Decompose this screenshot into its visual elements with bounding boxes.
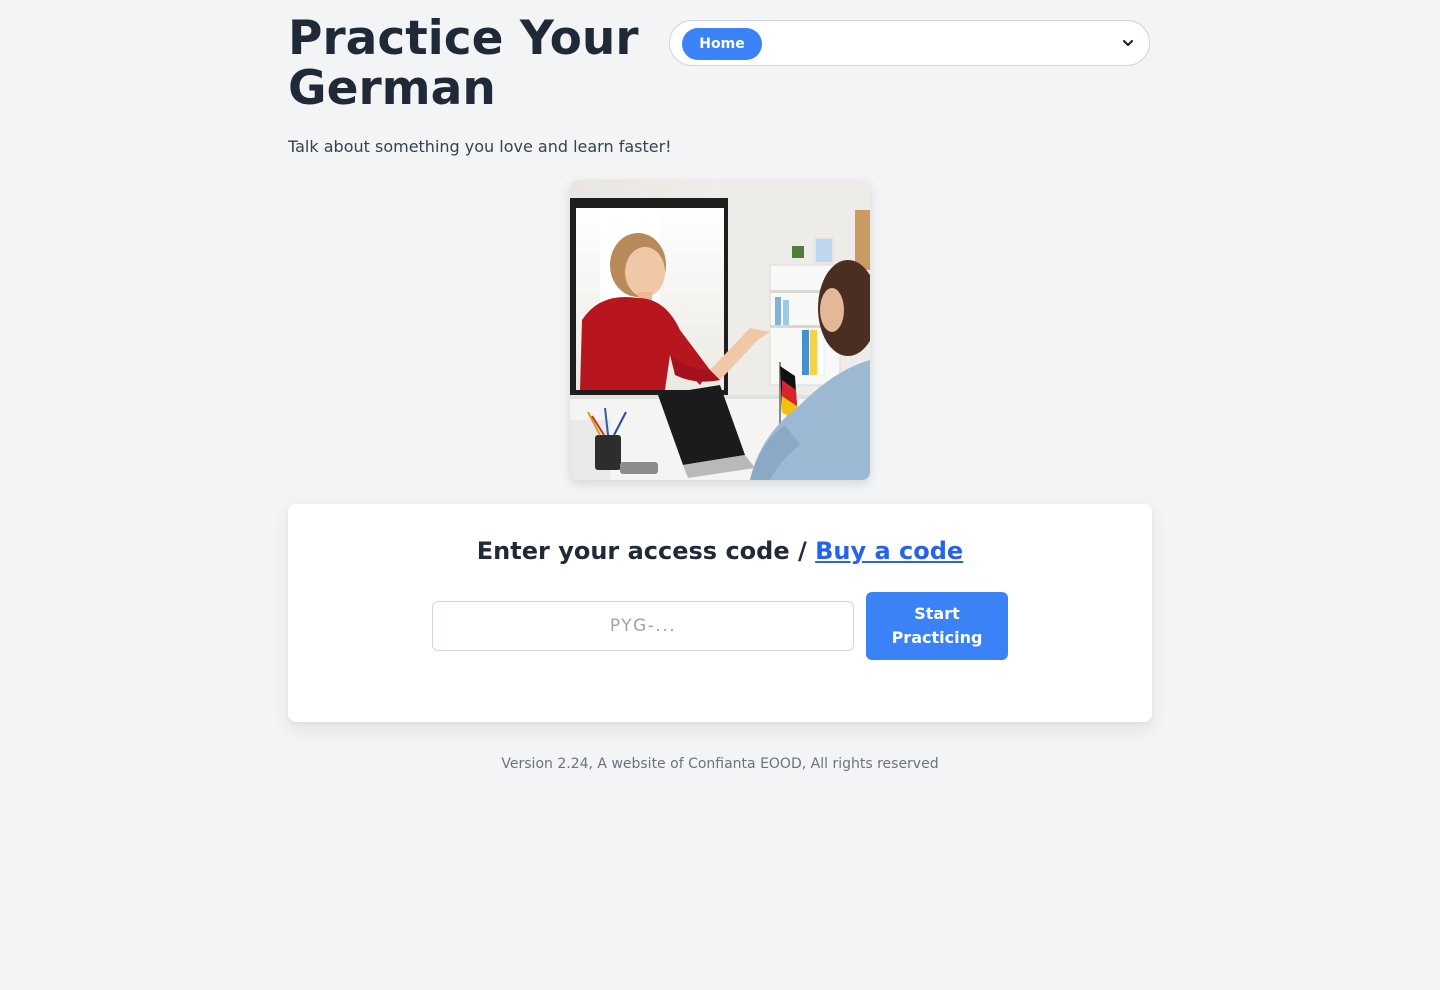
page-title: Practice Your German bbox=[288, 11, 639, 116]
video-call-illustration bbox=[570, 180, 870, 480]
access-code-card: Enter your access code / Buy a code Star… bbox=[288, 504, 1152, 722]
nav-selected-home[interactable]: Home bbox=[682, 28, 762, 60]
start-practicing-button[interactable]: Start Practicing bbox=[866, 592, 1008, 660]
chevron-down-icon[interactable] bbox=[1121, 36, 1135, 50]
navigation-select[interactable]: Home bbox=[669, 20, 1150, 66]
buy-code-link[interactable]: Buy a code bbox=[815, 537, 963, 565]
access-code-heading: Enter your access code / Buy a code bbox=[288, 534, 1152, 568]
tagline: Talk about something you love and learn … bbox=[288, 137, 672, 156]
access-code-heading-text: Enter your access code / bbox=[476, 537, 807, 565]
footer-text: Version 2.24, A website of Confianta EOO… bbox=[501, 756, 939, 772]
access-code-input[interactable] bbox=[432, 601, 854, 651]
header: Practice Your German Home bbox=[288, 14, 1152, 114]
page: Practice Your German Home Talk about som… bbox=[0, 0, 1440, 990]
hero-image bbox=[570, 180, 870, 480]
